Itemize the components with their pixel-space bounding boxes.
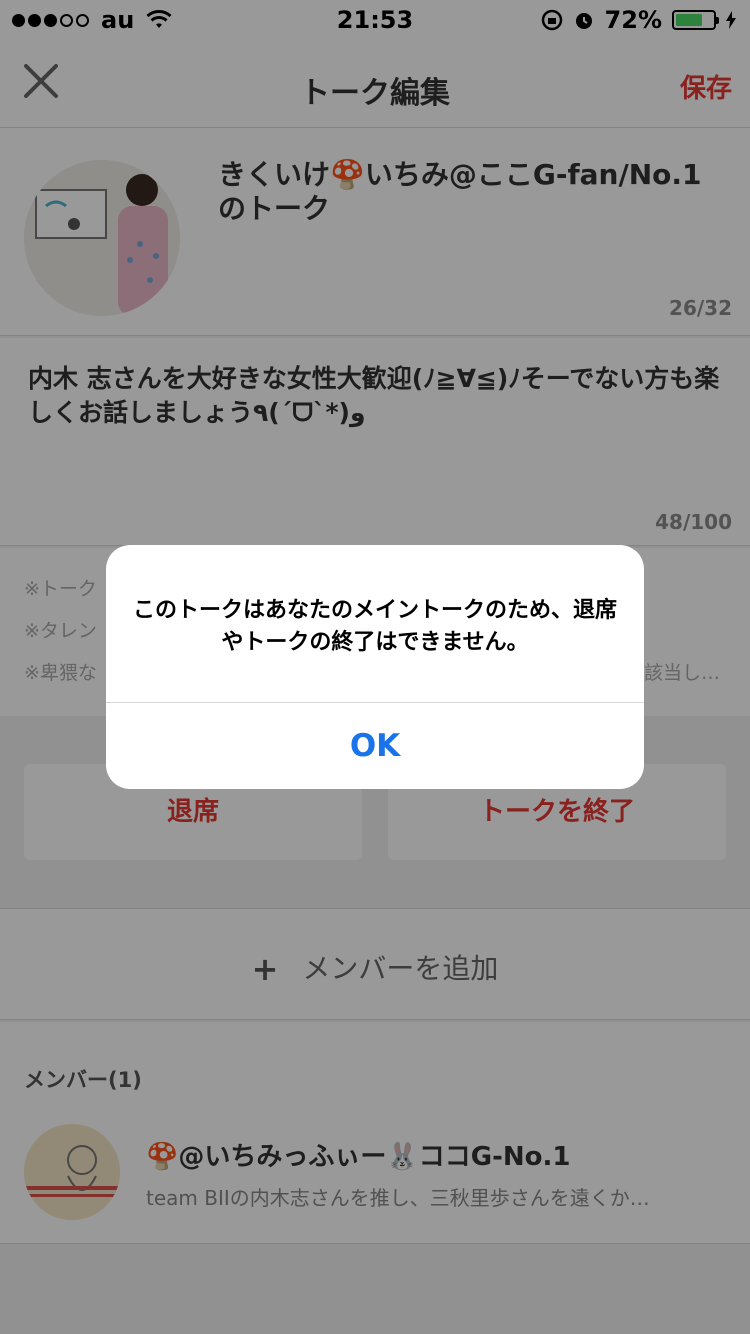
alert-dialog: このトークはあなたのメイントークのため、退席やトークの終了はできません。 OK: [106, 545, 644, 789]
alert-message: このトークはあなたのメイントークのため、退席やトークの終了はできません。: [132, 598, 617, 655]
ok-button[interactable]: OK: [106, 703, 644, 789]
